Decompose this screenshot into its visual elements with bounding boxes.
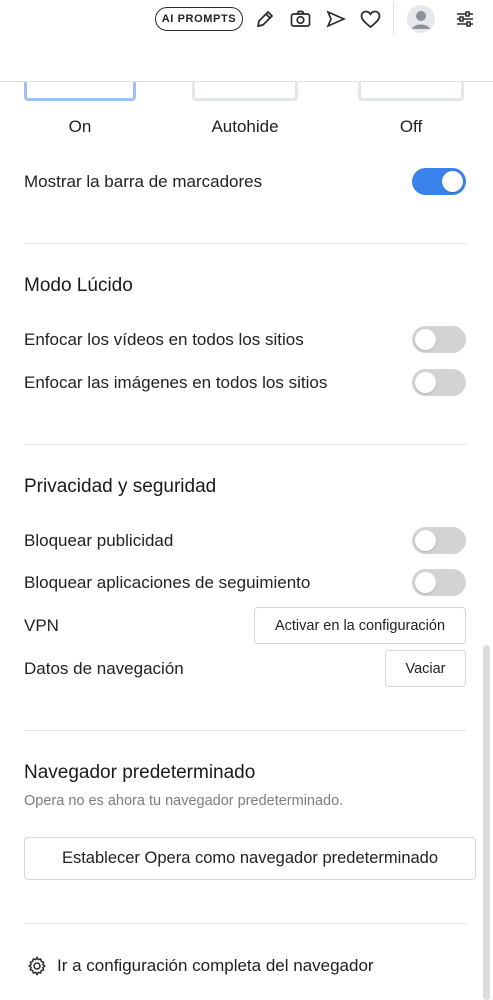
scrollbar[interactable] — [483, 645, 490, 1000]
settings-panel: On Autohide Off Mostrar la barra de marc… — [0, 82, 493, 1000]
sidebar-mode-autohide-card[interactable] — [192, 82, 298, 101]
clear-data-button[interactable]: Vaciar — [385, 650, 466, 687]
lucid-images-label: Enfocar las imágenes en todos los sitios — [24, 372, 328, 392]
sidebar-mode-on-label: On — [68, 117, 92, 136]
privacy-title: Privacidad y seguridad — [24, 476, 217, 497]
block-ads-label: Bloquear publicidad — [24, 530, 174, 550]
gear-icon — [27, 956, 47, 976]
avatar[interactable] — [406, 4, 436, 34]
full-settings-link[interactable]: Ir a configuración completa del navegado… — [27, 956, 374, 976]
set-default-browser-button[interactable]: Establecer Opera como navegador predeter… — [24, 837, 476, 880]
block-trackers-label: Bloquear aplicaciones de seguimiento — [24, 572, 311, 592]
sidebar-mode-autohide-label: Autohide — [211, 117, 279, 136]
block-trackers-row: Bloquear aplicaciones de seguimiento — [24, 569, 466, 596]
bookmarks-bar-toggle[interactable] — [412, 168, 466, 195]
lucid-videos-label: Enfocar los vídeos en todos los sitios — [24, 329, 304, 349]
lucid-images-row: Enfocar las imágenes en todos los sitios — [24, 369, 466, 396]
full-settings-label: Ir a configuración completa del navegado… — [57, 956, 374, 975]
vpn-label: VPN — [24, 615, 59, 635]
ai-prompts-button[interactable]: AI PROMPTS — [155, 7, 243, 31]
section-divider — [24, 243, 466, 244]
browsing-data-label: Datos de navegación — [24, 658, 184, 678]
send-icon[interactable] — [325, 8, 347, 30]
default-browser-title: Navegador predeterminado — [24, 762, 256, 783]
edit-icon[interactable] — [254, 8, 276, 30]
sidebar-mode-off-card[interactable] — [358, 82, 464, 101]
section-divider — [24, 444, 466, 445]
toolbar-divider — [393, 2, 394, 34]
block-trackers-toggle[interactable] — [412, 569, 466, 596]
sidebar-mode-off-label: Off — [399, 117, 423, 136]
lucid-videos-toggle[interactable] — [412, 326, 466, 353]
section-divider — [24, 730, 466, 731]
top-toolbar: AI PROMPTS — [0, 0, 493, 82]
sidebar-mode-on-card[interactable] — [24, 82, 136, 101]
block-ads-row: Bloquear publicidad — [24, 527, 466, 554]
lucid-images-toggle[interactable] — [412, 369, 466, 396]
lucid-mode-title: Modo Lúcido — [24, 275, 133, 296]
lucid-videos-row: Enfocar los vídeos en todos los sitios — [24, 326, 466, 353]
browsing-data-row: Datos de navegación Vaciar — [24, 650, 466, 687]
camera-icon[interactable] — [289, 8, 311, 30]
block-ads-toggle[interactable] — [412, 527, 466, 554]
bookmarks-bar-row: Mostrar la barra de marcadores — [24, 168, 466, 195]
heart-icon[interactable] — [359, 8, 381, 30]
vpn-row: VPN Activar en la configuración — [24, 607, 466, 644]
section-divider — [24, 923, 466, 924]
vpn-enable-button[interactable]: Activar en la configuración — [254, 607, 466, 644]
bookmarks-bar-label: Mostrar la barra de marcadores — [24, 171, 263, 191]
default-browser-status: Opera no es ahora tu navegador predeterm… — [24, 793, 344, 809]
settings-sliders-icon[interactable] — [454, 8, 476, 30]
